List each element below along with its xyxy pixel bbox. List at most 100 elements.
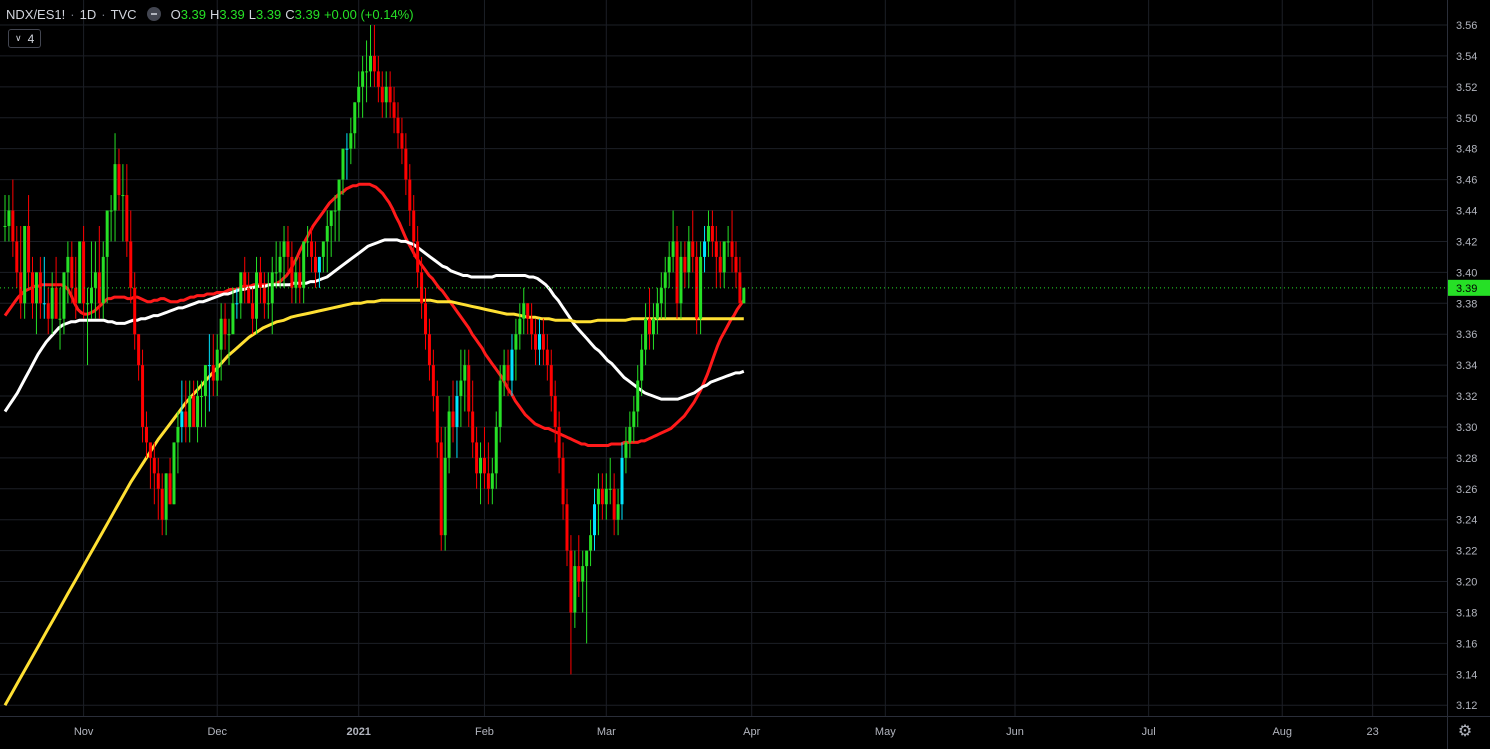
candle (714, 225, 718, 288)
time-tick-label: Aug (1272, 726, 1292, 738)
candle-body (78, 241, 82, 304)
candle-body (207, 365, 211, 367)
eye-icon[interactable] (146, 7, 161, 21)
candle-body (408, 179, 412, 211)
candle (620, 442, 624, 520)
candle-body (156, 473, 160, 489)
candle-body (675, 241, 679, 304)
candle (486, 442, 490, 505)
price-tick-label: 3.48 (1456, 144, 1477, 156)
candle (510, 334, 514, 397)
candle-body (262, 287, 266, 304)
candle-body (282, 241, 286, 257)
price-tick-label: 3.28 (1456, 453, 1477, 465)
candle (400, 117, 404, 165)
candle-body (337, 179, 341, 211)
gear-icon[interactable]: ⚙ (1456, 723, 1474, 741)
candle (742, 287, 746, 304)
candle-body (129, 241, 133, 288)
moving-average-line (3, 298, 744, 706)
candle-body (537, 334, 541, 350)
open-value: 3.39 (180, 6, 206, 22)
candle (644, 303, 648, 366)
candle (117, 148, 121, 211)
candle-body (89, 287, 93, 304)
candle-body (600, 488, 604, 505)
symbol-legend[interactable]: NDX/ES1! · 1D · TVC O 3.39 H 3.39 L 3.39 C3… (6, 5, 418, 23)
candle-body (7, 210, 11, 226)
candle (541, 318, 545, 366)
candle-body (384, 86, 388, 103)
candle-body (62, 272, 66, 319)
close-value: 3.39 (294, 6, 320, 22)
candle-body (608, 488, 612, 490)
time-tick-label: Jun (1006, 726, 1024, 738)
candle-body (290, 256, 294, 288)
candle (180, 380, 184, 443)
candle (589, 519, 593, 567)
change-value: +0.00 (+0.14%) (323, 6, 414, 22)
candle-body (365, 71, 369, 73)
candle (302, 241, 306, 304)
candle-body (412, 210, 416, 242)
candle (144, 411, 148, 458)
candle-body (200, 396, 203, 398)
candle-body (648, 318, 652, 335)
candle (19, 225, 23, 319)
candle-body (636, 380, 640, 412)
candle-body (522, 303, 526, 319)
candle (82, 225, 86, 319)
price-tick-label: 3.14 (1456, 669, 1477, 681)
candle-body (502, 365, 506, 381)
price-tick-label: 3.20 (1456, 577, 1477, 589)
moving-average-line (3, 238, 745, 413)
candle (632, 396, 636, 443)
candle (691, 210, 695, 273)
candle (365, 40, 369, 103)
chart-canvas[interactable]: 3.56 3.54 3.52 3.50 3.48 3.46 3.44 3.42 3.40 3.38… (0, 0, 1490, 749)
candle-body (506, 365, 510, 381)
indicators-toggle[interactable]: ∨ 4 (8, 29, 42, 48)
candle (133, 272, 137, 350)
candle (687, 225, 691, 288)
price-tick-label: 3.46 (1456, 175, 1477, 187)
candle (341, 148, 345, 196)
candle (349, 117, 353, 165)
candle-body (573, 566, 577, 613)
candle-body (211, 365, 215, 381)
candle-body (164, 473, 168, 520)
candle (459, 349, 463, 427)
candle-body (321, 241, 325, 257)
interval-label: 1D (79, 6, 97, 22)
candle-body (46, 303, 50, 319)
moving-average-line (3, 182, 746, 447)
candle-body (526, 303, 530, 319)
candle (585, 550, 589, 644)
candle (306, 225, 310, 257)
candle-body (624, 442, 628, 458)
candle-body (718, 256, 722, 273)
candle (23, 225, 27, 319)
candle (612, 473, 616, 536)
candle-body (243, 272, 247, 288)
candle (569, 535, 573, 675)
candle-body (160, 488, 164, 520)
candle (416, 225, 420, 288)
candle-body (632, 411, 636, 427)
candle-body (710, 225, 714, 242)
candle (502, 349, 506, 397)
candle (353, 102, 357, 149)
candle-body (317, 256, 321, 273)
candle-body (612, 488, 616, 520)
candle-body (593, 504, 596, 536)
candle (412, 195, 416, 257)
candle-body (435, 396, 439, 443)
candle-body (667, 256, 671, 273)
time-tick-label: Dec (207, 726, 227, 738)
candle-body (235, 303, 239, 305)
candle (667, 241, 671, 288)
candle-body (706, 225, 710, 242)
candle-body (42, 303, 46, 305)
candle-body (70, 256, 74, 288)
candle (337, 179, 341, 242)
